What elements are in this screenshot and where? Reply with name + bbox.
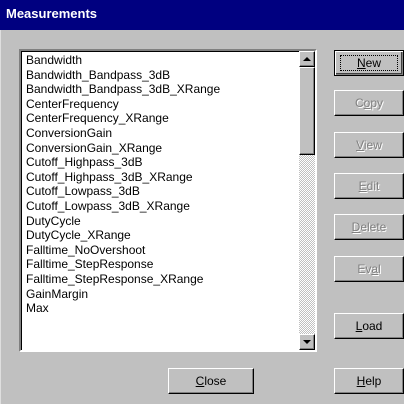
edit-mnemonic: E (358, 179, 367, 193)
eval-label: l (378, 262, 381, 276)
close-button[interactable]: Close (168, 368, 254, 394)
new-button[interactable]: New (334, 50, 404, 76)
list-item[interactable]: Cutoff_Highpass_3dB (24, 155, 298, 170)
focus-rectangle (340, 55, 398, 71)
list-item[interactable]: DutyCycle (24, 214, 298, 229)
help-label: elp (365, 374, 382, 388)
list-item[interactable]: Cutoff_Highpass_3dB_XRange (24, 170, 298, 185)
copy-label-start: C (354, 96, 364, 110)
list-item[interactable]: ConversionGain_XRange (24, 141, 298, 156)
copy-button[interactable]: Copy (334, 90, 404, 116)
list-item[interactable]: Falltime_StepResponse_XRange (24, 272, 298, 287)
list-item[interactable]: CenterFrequency (24, 97, 298, 112)
list-item[interactable]: ConversionGain (24, 126, 298, 141)
list-item[interactable]: DutyCycle_XRange (24, 228, 298, 243)
eval-mnemonic: a (371, 262, 379, 276)
edit-label: dit (366, 179, 380, 193)
delete-button[interactable]: Delete (334, 214, 404, 240)
scroll-down-button[interactable] (299, 334, 315, 350)
list-item[interactable]: CenterFrequency_XRange (24, 111, 298, 126)
arrow-up-icon (303, 57, 311, 61)
help-button[interactable]: Help (334, 368, 404, 394)
window-title: Measurements (6, 6, 98, 21)
scroll-thumb[interactable] (299, 67, 315, 155)
view-mnemonic: V (356, 138, 364, 152)
view-label: iew (363, 138, 382, 152)
measurements-listbox[interactable]: Bandwidth Bandwidth_Bandpass_3dB Bandwidth… (19, 49, 317, 352)
scroll-up-button[interactable] (299, 51, 315, 67)
list-item[interactable]: Falltime_StepResponse (24, 257, 298, 272)
list-item[interactable]: Max (24, 301, 298, 316)
list-item[interactable]: Bandwidth (24, 53, 298, 68)
eval-button[interactable]: Eval (334, 256, 404, 282)
view-button[interactable]: View (334, 132, 404, 158)
edit-button[interactable]: Edit (334, 173, 404, 199)
title-bar[interactable]: Measurements (0, 0, 404, 30)
copy-label: py (370, 96, 384, 110)
list-item[interactable]: Bandwidth_Bandpass_3dB (24, 68, 298, 83)
close-label: lose (204, 374, 227, 388)
delete-label: elete (360, 220, 387, 234)
delete-mnemonic: D (351, 220, 361, 234)
measurements-list[interactable]: Bandwidth Bandwidth_Bandpass_3dB Bandwidth… (24, 53, 298, 349)
list-item[interactable]: Bandwidth_Bandpass_3dB_XRange (24, 82, 298, 97)
list-item[interactable]: Falltime_NoOvershoot (24, 243, 298, 258)
load-label: oad (362, 319, 383, 333)
load-button[interactable]: Load (334, 313, 404, 339)
list-item[interactable]: Cutoff_Lowpass_3dB (24, 184, 298, 199)
eval-label-start: Ev (357, 262, 372, 276)
list-item[interactable]: GainMargin (24, 287, 298, 302)
vertical-scrollbar[interactable] (299, 51, 315, 350)
list-item[interactable]: Cutoff_Lowpass_3dB_XRange (24, 199, 298, 214)
arrow-down-icon (303, 340, 311, 344)
